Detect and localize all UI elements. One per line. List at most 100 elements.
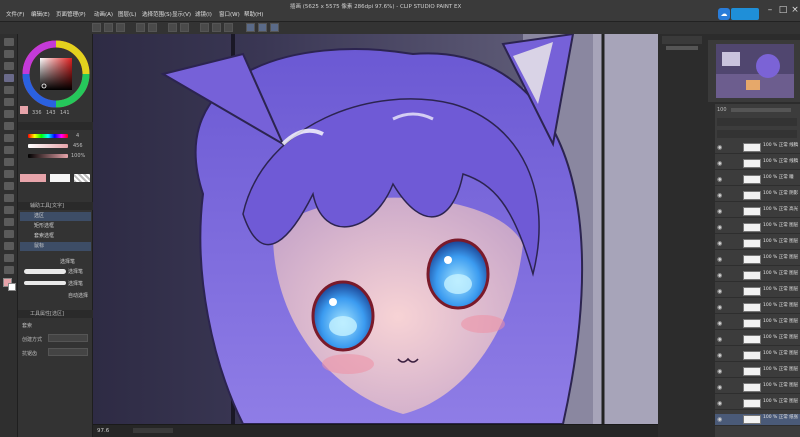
minimize-button[interactable]: –: [763, 4, 777, 16]
eye-icon[interactable]: ◉: [717, 369, 723, 375]
menu-window[interactable]: 窗口(W): [219, 10, 240, 18]
layer-row[interactable]: ◉ 100 % 正常 图层 6: [715, 398, 800, 410]
redo-icon[interactable]: [148, 23, 157, 32]
saturation-slider[interactable]: [28, 144, 68, 148]
subtool-item[interactable]: 鼠标: [20, 242, 91, 251]
eyedropper-tool-icon[interactable]: [4, 86, 14, 94]
airbrush-tool-icon[interactable]: [4, 134, 14, 142]
layer-toolbar[interactable]: [717, 118, 797, 126]
layer-opacity[interactable]: 100: [717, 107, 727, 113]
gradient-tool-icon[interactable]: [4, 194, 14, 202]
layer-row[interactable]: ◉ 100 % 正常 图层 12: [715, 302, 800, 314]
layer-row[interactable]: ◉ 100 % 正常 线稿 19: [715, 158, 800, 170]
layer-row[interactable]: ◉ 100 % 正常 图层 9: [715, 350, 800, 362]
layer-actions-bar[interactable]: [717, 130, 797, 138]
text-tool-icon[interactable]: [4, 242, 14, 250]
selection-tool-icon[interactable]: [4, 74, 14, 82]
menu-animation[interactable]: 动画(A): [94, 10, 113, 18]
undo-icon[interactable]: [136, 23, 145, 32]
eye-icon[interactable]: ◉: [717, 289, 723, 295]
eye-icon[interactable]: ◉: [717, 417, 723, 423]
opacity-slider[interactable]: [731, 108, 791, 112]
eye-icon[interactable]: ◉: [717, 225, 723, 231]
subtool-item[interactable]: 选区: [20, 212, 91, 221]
correct-line-tool-icon[interactable]: [4, 266, 14, 274]
eye-icon[interactable]: ◉: [717, 401, 723, 407]
menu-file[interactable]: 文件(F): [6, 10, 24, 18]
transform-icon[interactable]: [200, 23, 209, 32]
menu-layer[interactable]: 图层(L): [118, 10, 136, 18]
open-file-icon[interactable]: [104, 23, 113, 32]
balloon-tool-icon[interactable]: [4, 254, 14, 262]
eye-icon[interactable]: ◉: [717, 241, 723, 247]
zoom-readout[interactable]: 97.6: [97, 428, 109, 434]
brush-preview-row[interactable]: 选择笔: [20, 266, 91, 277]
menu-view[interactable]: 显示(V): [172, 10, 191, 18]
ruler-tool-icon[interactable]: [4, 230, 14, 238]
menu-edit[interactable]: 编辑(E): [31, 10, 50, 18]
creation-mode-buttons[interactable]: [48, 334, 88, 342]
brush-preview-row[interactable]: 自动选择: [20, 290, 91, 301]
brush-tool-icon[interactable]: [4, 122, 14, 130]
main-color-chip[interactable]: [20, 174, 46, 182]
hue-slider[interactable]: [28, 134, 68, 138]
fill-tool-icon[interactable]: [4, 182, 14, 190]
layer-row[interactable]: ◉ 100 % 正常 图层 17: [715, 222, 800, 234]
layer-row[interactable]: ◉ 100 % 正常 图层 10: [715, 334, 800, 346]
eye-icon[interactable]: ◉: [717, 145, 723, 151]
blend-tool-icon[interactable]: [4, 170, 14, 178]
subtool-item[interactable]: 矩形选框: [20, 222, 91, 231]
clear-icon[interactable]: [168, 23, 177, 32]
operation-tool-icon[interactable]: [4, 62, 14, 70]
frame-tool-icon[interactable]: [4, 218, 14, 226]
eye-icon[interactable]: ◉: [717, 209, 723, 215]
eye-icon[interactable]: ◉: [717, 257, 723, 263]
sub-color-swatch[interactable]: [8, 283, 16, 291]
move-tool-icon[interactable]: [4, 50, 14, 58]
zoom-tool-icon[interactable]: [4, 38, 14, 46]
menu-page[interactable]: 页面管理(P): [56, 10, 86, 18]
deselect-icon[interactable]: [224, 23, 233, 32]
eye-icon[interactable]: ◉: [717, 161, 723, 167]
layer-row[interactable]: ◉ 100 % 正常 图层 16: [715, 238, 800, 250]
new-file-icon[interactable]: [92, 23, 101, 32]
snap-ruler-icon[interactable]: [246, 23, 255, 32]
current-color-swatch[interactable]: [20, 106, 28, 114]
figure-tool-icon[interactable]: [4, 206, 14, 214]
menu-select[interactable]: 选择范围(S): [142, 10, 172, 18]
layer-row[interactable]: ◉ 100 % 正常 图层 11: [715, 318, 800, 330]
eraser-tool-icon[interactable]: [4, 158, 14, 166]
transparent-chip[interactable]: [74, 174, 90, 182]
cloud-status-bar[interactable]: [731, 8, 759, 20]
snap-grid-icon[interactable]: [258, 23, 267, 32]
eye-icon[interactable]: ◉: [717, 193, 723, 199]
layer-row[interactable]: ◉ 100 % 正常 图层 14: [715, 270, 800, 282]
eye-icon[interactable]: ◉: [717, 385, 723, 391]
pencil-tool-icon[interactable]: [4, 110, 14, 118]
eye-icon[interactable]: ◉: [717, 177, 723, 183]
decoration-tool-icon[interactable]: [4, 146, 14, 154]
select-all-icon[interactable]: [212, 23, 221, 32]
subtool-item[interactable]: 套索选框: [20, 232, 91, 241]
brush-preview-row[interactable]: 选择笔: [20, 278, 91, 289]
eye-icon[interactable]: ◉: [717, 305, 723, 311]
layer-row[interactable]: ◉ 100 % 正常 高光: [715, 206, 800, 218]
sub-color-chip[interactable]: [50, 174, 70, 182]
layer-row[interactable]: ◉ 100 % 正常 瞳: [715, 174, 800, 186]
snap-perspective-icon[interactable]: [270, 23, 279, 32]
antialias-buttons[interactable]: [48, 348, 88, 356]
close-button[interactable]: ×: [788, 4, 800, 16]
panel-tab[interactable]: [662, 36, 702, 44]
eye-icon[interactable]: ◉: [717, 321, 723, 327]
layer-row[interactable]: ◉ 100 % 正常 阴影: [715, 190, 800, 202]
eye-icon[interactable]: ◉: [717, 337, 723, 343]
canvas-area[interactable]: [93, 34, 658, 424]
eye-icon[interactable]: ◉: [717, 353, 723, 359]
layer-row[interactable]: ◉ 100 % 正常 图层 15: [715, 254, 800, 266]
navigator-thumbnail[interactable]: [716, 44, 794, 98]
brightness-slider[interactable]: [28, 154, 68, 158]
layer-row[interactable]: ◉ 100 % 正常 纸张: [715, 414, 800, 426]
pen-tool-icon[interactable]: [4, 98, 14, 106]
color-wheel[interactable]: [22, 40, 90, 108]
eye-icon[interactable]: ◉: [717, 273, 723, 279]
